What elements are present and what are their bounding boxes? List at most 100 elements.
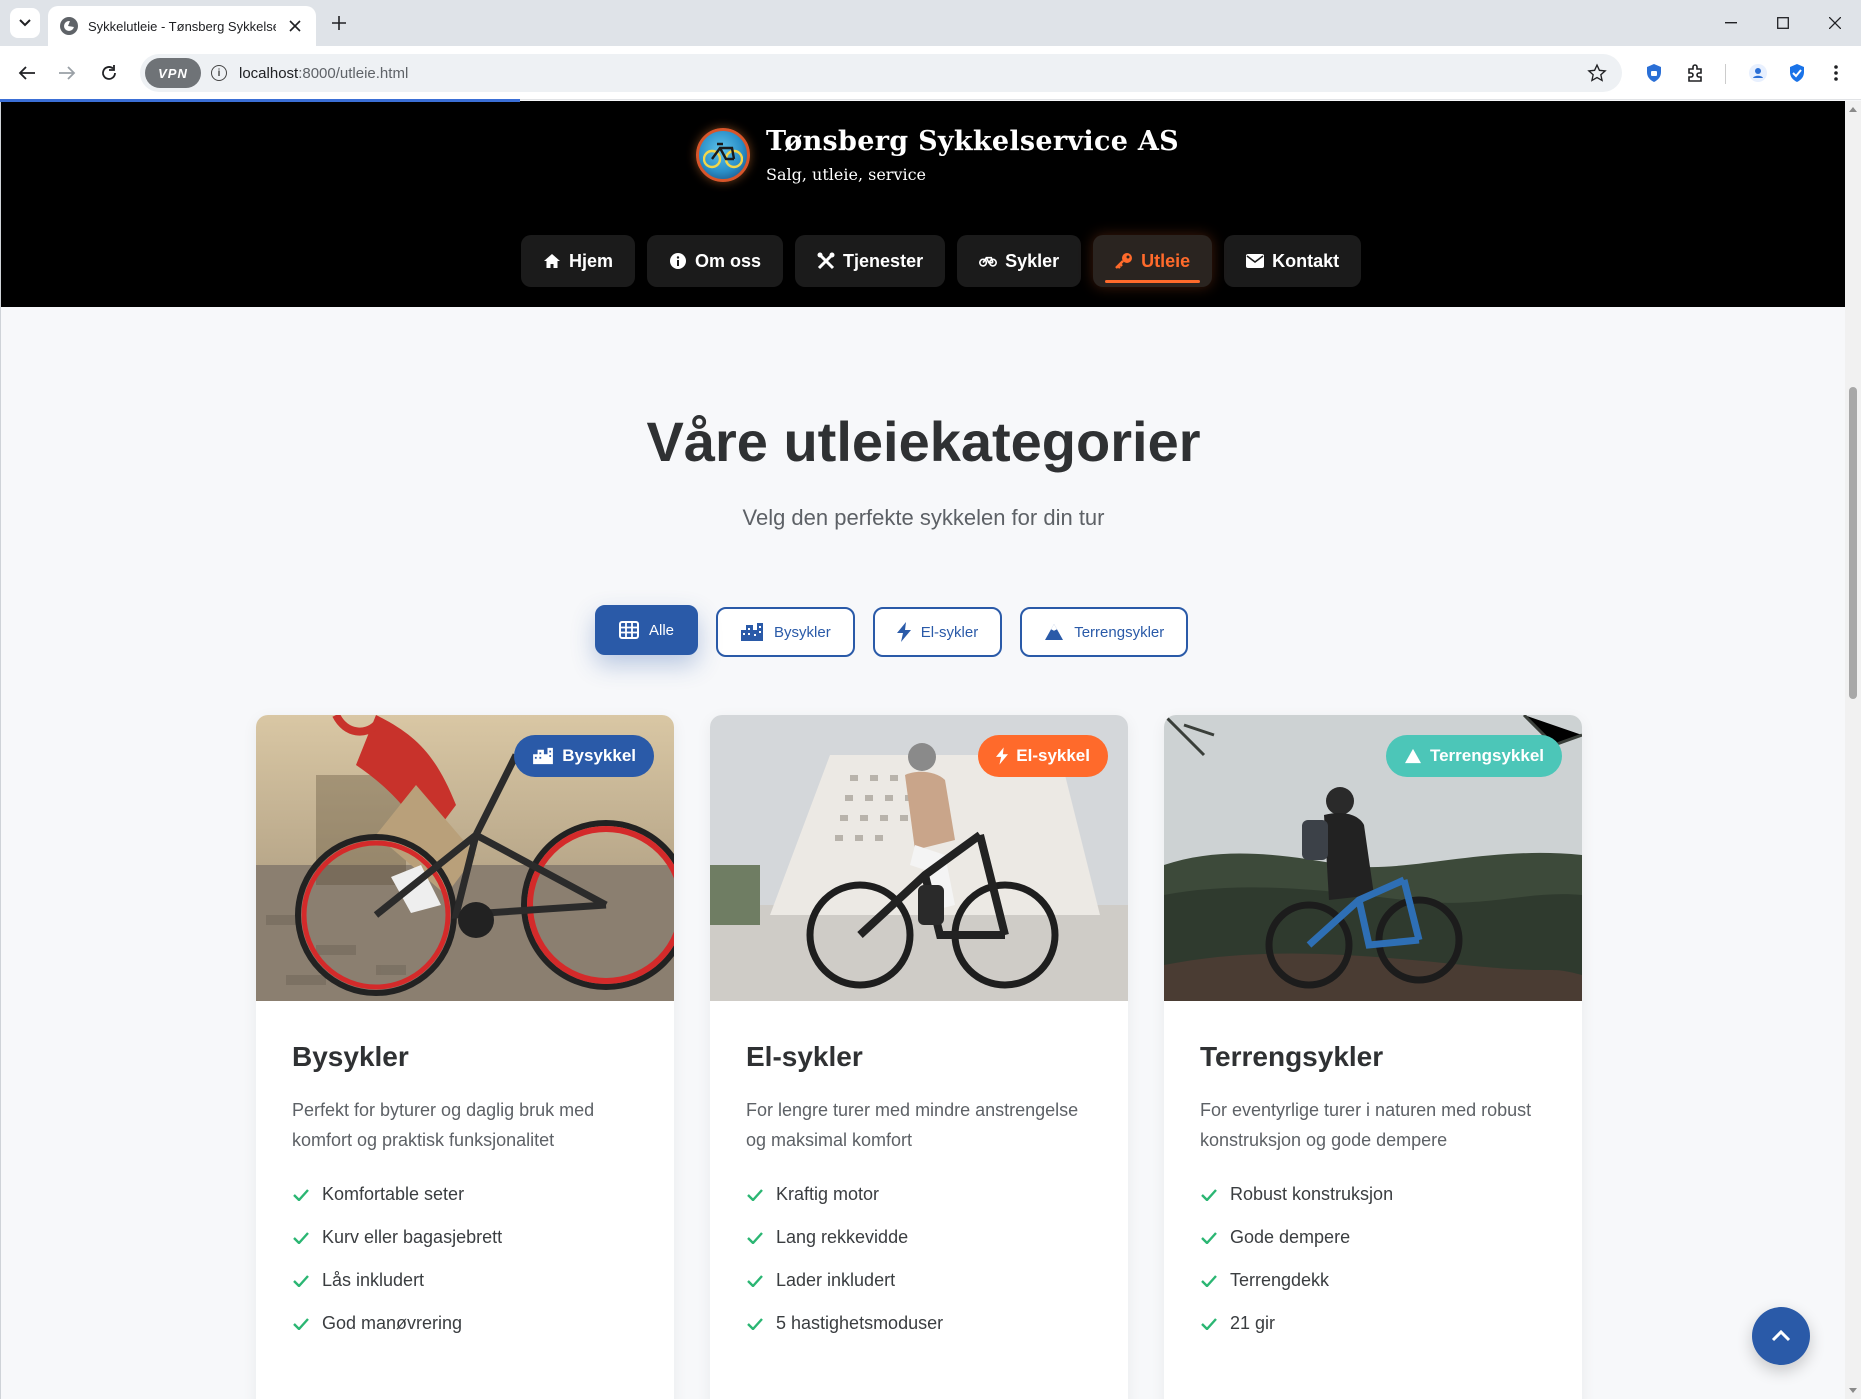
card-el-sykler[interactable]: El-sykkel El-sykler For lengre turer med… [710, 715, 1128, 1399]
scroll-down-arrow-icon[interactable] [1849, 1388, 1857, 1393]
card-description: For eventyrlige turer i naturen med robu… [1200, 1100, 1532, 1150]
check-icon [292, 1186, 310, 1204]
tools-icon [817, 252, 835, 270]
scrollbar-thumb[interactable] [1849, 387, 1857, 699]
url-text[interactable]: localhost:8000/utleie.html [239, 65, 408, 82]
check-icon [746, 1272, 764, 1290]
arrow-left-icon [18, 66, 35, 80]
mountain-bike-photo: Terrengsykkel [1164, 715, 1582, 1001]
security-shield-icon[interactable] [1784, 60, 1810, 86]
feature-item: God manøvrering [292, 1302, 638, 1345]
home-icon [543, 252, 561, 270]
feature-item: 21 gir [1200, 1302, 1546, 1345]
feature-label: God manøvrering [322, 1313, 463, 1333]
check-icon [1200, 1272, 1218, 1290]
card-body: Terrengsykler For eventyrlige turer i na… [1164, 1001, 1582, 1345]
city-icon [741, 623, 764, 641]
feature-label: 5 hastighetsmoduser [776, 1313, 944, 1333]
url-host: localhost [239, 64, 299, 82]
profile-icon[interactable] [1745, 60, 1771, 86]
close-window-button[interactable] [1809, 0, 1861, 46]
brand-tagline: Salg, utleie, service [766, 165, 927, 184]
check-icon [292, 1272, 310, 1290]
new-tab-button[interactable] [326, 10, 352, 36]
vpn-badge[interactable]: VPN [145, 58, 201, 88]
filter-el-sykler-button[interactable]: El-sykler [872, 607, 1003, 657]
grid-icon [619, 621, 639, 639]
city-bike-photo: Bysykkel [256, 715, 674, 1001]
window-controls [1705, 0, 1861, 46]
site-header: Tønsberg Sykkelservice AS Salg, utleie, … [1, 101, 1845, 307]
feature-item: Gode dempere [1200, 1216, 1546, 1259]
page-subtitle: Velg den perfekte sykkelen for din tur [742, 505, 1105, 530]
check-icon [292, 1229, 310, 1247]
page-load-progress [0, 99, 520, 102]
card-badge-label: Bysykkel [562, 746, 636, 765]
card-terrengsykler[interactable]: Terrengsykkel Terrengsykler For eventyrl… [1164, 715, 1582, 1399]
close-tab-button[interactable] [286, 17, 304, 35]
scroll-up-arrow-icon[interactable] [1849, 107, 1857, 112]
info-icon [669, 252, 687, 270]
minimize-button[interactable] [1705, 0, 1757, 46]
browser-toolbar: VPN i localhost:8000/utleie.html [0, 46, 1861, 100]
reload-button[interactable] [94, 58, 124, 88]
nav-item-tjenester[interactable]: Tjenester [795, 235, 946, 287]
browser-tab[interactable]: Sykkelutleie - Tønsberg Sykkelservice AS [48, 6, 316, 46]
main-nav: Hjem Om oss Tjenester Sykler Utleie Kont… [521, 235, 1362, 287]
nav-item-kontakt[interactable]: Kontakt [1224, 235, 1362, 287]
bookmark-star-icon[interactable] [1586, 62, 1608, 84]
card-body: El-sykler For lengre turer med mindre an… [710, 1001, 1128, 1345]
feature-label: Kurv eller bagasjebrett [322, 1227, 503, 1247]
card-title: Bysykler [292, 1041, 409, 1072]
back-button[interactable] [12, 58, 42, 88]
plus-icon [332, 16, 346, 30]
address-bar[interactable]: VPN i localhost:8000/utleie.html [140, 54, 1622, 92]
card-description: Perfekt for byturer og daglig bruk med k… [292, 1100, 595, 1150]
forward-button[interactable] [52, 58, 82, 88]
category-filters: Alle Bysykler El-sykler Terrengsykler [595, 605, 1189, 657]
mountain-icon [1404, 748, 1421, 764]
chevron-down-icon [19, 19, 31, 27]
filter-bysykler-button[interactable]: Bysykler [716, 607, 855, 657]
feature-item: Kurv eller bagasjebrett [292, 1216, 638, 1259]
brand-title: Tønsberg Sykkelservice AS [766, 126, 1179, 157]
nav-item-sykler[interactable]: Sykler [957, 235, 1082, 287]
check-icon [1200, 1229, 1218, 1247]
filter-label: El-sykler [920, 623, 979, 641]
card-badge-label: El-sykkel [1016, 746, 1090, 765]
close-icon [1829, 17, 1841, 29]
nav-item-om-oss[interactable]: Om oss [647, 235, 784, 287]
card-badge: Terrengsykkel [1385, 735, 1562, 777]
nav-label: Tjenester [843, 250, 924, 271]
tab-search-button[interactable] [10, 8, 40, 38]
filter-alle-button[interactable]: Alle [595, 605, 699, 655]
filter-terrengsykler-button[interactable]: Terrengsykler [1020, 607, 1189, 657]
toolbar-divider [1725, 64, 1726, 84]
minimize-icon [1725, 22, 1737, 24]
feature-label: 21 gir [1230, 1313, 1276, 1333]
nav-label: Utleie [1141, 250, 1191, 271]
card-description: For lengre turer med mindre anstrengelse… [746, 1100, 1079, 1150]
card-bysykler[interactable]: Bysykkel Bysykler Perfekt for byturer og… [256, 715, 674, 1399]
puzzle-extension-icon[interactable] [1682, 60, 1708, 86]
feature-label: Gode dempere [1230, 1227, 1351, 1247]
menu-kebab-icon[interactable] [1823, 60, 1849, 86]
chevron-up-icon [1771, 1330, 1791, 1342]
feature-label: Lader inkludert [776, 1270, 896, 1290]
nav-item-utleie[interactable]: Utleie [1093, 235, 1213, 287]
maximize-button[interactable] [1757, 0, 1809, 46]
arrow-right-icon [59, 66, 76, 80]
nav-item-hjem[interactable]: Hjem [521, 235, 636, 287]
feature-label: Lang rekkevidde [776, 1227, 909, 1247]
globe-icon [60, 17, 78, 35]
e-bike-photo: El-sykkel [710, 715, 1128, 1001]
page-scrollbar[interactable] [1845, 101, 1861, 1399]
site-info-icon[interactable]: i [211, 65, 227, 81]
feature-item: Lang rekkevidde [746, 1216, 1092, 1259]
feature-item: Lås inkludert [292, 1259, 638, 1302]
back-to-top-button[interactable] [1752, 1307, 1810, 1365]
shield-extension-icon[interactable] [1641, 60, 1667, 86]
nav-label: Sykler [1005, 250, 1060, 271]
city-icon [533, 747, 554, 765]
brand[interactable]: Tønsberg Sykkelservice AS Salg, utleie, … [696, 126, 1179, 184]
